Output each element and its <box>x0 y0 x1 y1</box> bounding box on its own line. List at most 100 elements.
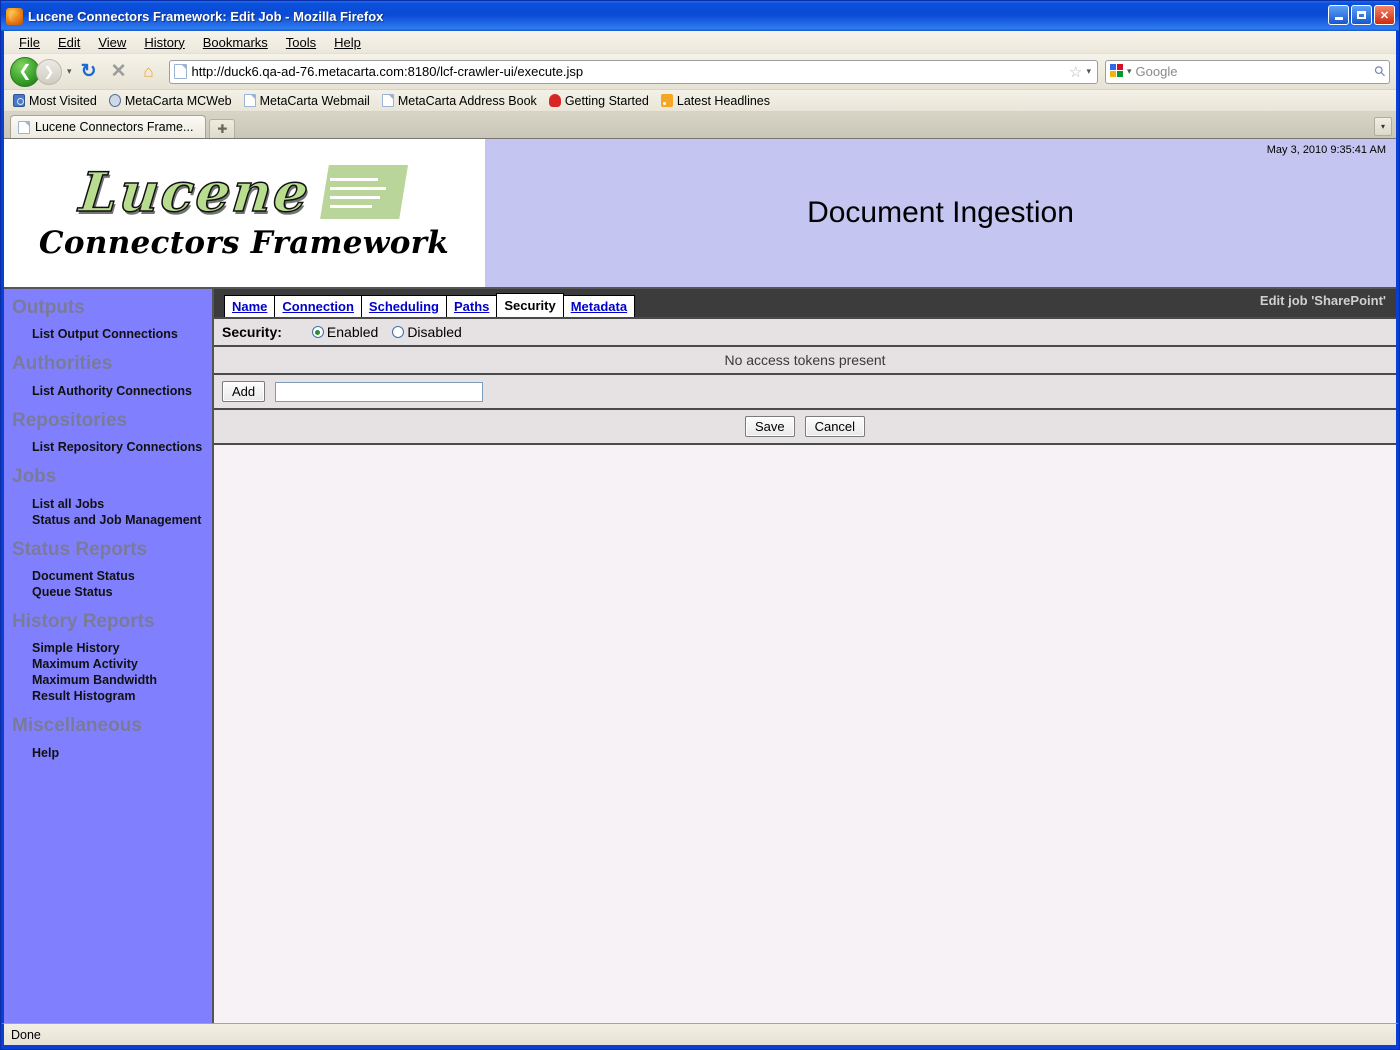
menu-tools[interactable]: Tools <box>277 33 325 52</box>
menu-tools-label: Tools <box>286 35 316 50</box>
search-engine-caret-icon[interactable]: ▾ <box>1127 66 1132 77</box>
menu-help[interactable]: Help <box>325 33 370 52</box>
radio-security-disabled[interactable]: Disabled <box>392 324 461 340</box>
tab-name-label: Name <box>232 299 267 314</box>
sidebar-item-maximum-activity[interactable]: Maximum Activity <box>4 656 212 672</box>
menu-file-label: File <box>19 35 40 50</box>
sidebar-item-list-authority-connections[interactable]: List Authority Connections <box>4 383 212 399</box>
tab-metadata[interactable]: Metadata <box>563 295 635 317</box>
tab-security-label: Security <box>504 298 555 313</box>
sidebar-item-queue-status[interactable]: Queue Status <box>4 584 212 600</box>
menu-view[interactable]: View <box>89 33 135 52</box>
sidebar-item-simple-history[interactable]: Simple History <box>4 640 212 656</box>
tab-paths[interactable]: Paths <box>446 295 497 317</box>
sidebar-item-list-repository-connections[interactable]: List Repository Connections <box>4 439 212 455</box>
app-logo: Lucene Connectors Framework <box>4 139 485 287</box>
page-title: Document Ingestion <box>807 196 1074 230</box>
status-text: Done <box>11 1028 41 1042</box>
bookmark-label: MetaCarta Address Book <box>398 94 537 108</box>
browser-tab-strip: Lucene Connectors Frame... ✚ ▾ <box>4 112 1396 138</box>
sidebar-item-result-histogram[interactable]: Result Histogram <box>4 688 212 704</box>
title-bar: Lucene Connectors Framework: Edit Job - … <box>1 1 1399 31</box>
search-input[interactable]: Google <box>1136 64 1375 79</box>
page-header: Lucene Connectors Framework May 3, 2010 … <box>4 139 1396 287</box>
new-tab-button[interactable]: ✚ <box>209 119 235 138</box>
tab-connection-label: Connection <box>282 299 354 314</box>
save-button[interactable]: Save <box>745 416 795 437</box>
chevron-down-icon[interactable]: ▾ <box>1086 66 1093 77</box>
history-dropdown-button[interactable]: ▾ <box>67 66 72 77</box>
bookmark-metacarta-webmail[interactable]: MetaCarta Webmail <box>239 94 375 108</box>
stop-icon: ✕ <box>111 60 127 83</box>
minimize-button[interactable] <box>1328 5 1349 25</box>
sidebar-item-document-status[interactable]: Document Status <box>4 568 212 584</box>
stop-button[interactable]: ✕ <box>106 59 132 85</box>
mcweb-icon <box>109 94 121 107</box>
bookmark-latest-headlines[interactable]: Latest Headlines <box>656 94 775 108</box>
rss-icon <box>661 94 673 107</box>
menu-file[interactable]: File <box>10 33 49 52</box>
menu-history[interactable]: History <box>135 33 193 52</box>
url-text[interactable]: http://duck6.qa-ad-76.metacarta.com:8180… <box>192 64 1065 79</box>
bookmark-label: Getting Started <box>565 94 649 108</box>
add-token-row: Add <box>214 375 1396 410</box>
add-token-button[interactable]: Add <box>222 381 265 402</box>
content-empty-space <box>214 445 1396 1023</box>
most-visited-icon <box>13 94 25 107</box>
menu-view-label: View <box>98 35 126 50</box>
sidebar-item-help[interactable]: Help <box>4 745 212 761</box>
menu-help-label: Help <box>334 35 361 50</box>
menu-bar: File Edit View History Bookmarks Tools H… <box>4 31 1396 54</box>
sidebar-item-list-output-connections[interactable]: List Output Connections <box>4 326 212 342</box>
address-bar[interactable]: http://duck6.qa-ad-76.metacarta.com:8180… <box>169 60 1098 84</box>
radio-disabled-icon[interactable] <box>392 326 404 338</box>
radio-enabled-icon[interactable] <box>312 326 324 338</box>
menu-edit[interactable]: Edit <box>49 33 89 52</box>
page-viewport: Lucene Connectors Framework May 3, 2010 … <box>4 138 1396 1023</box>
firefox-icon <box>549 94 561 107</box>
reload-icon: ↻ <box>81 60 97 83</box>
window-title: Lucene Connectors Framework: Edit Job - … <box>28 9 383 24</box>
tab-name[interactable]: Name <box>224 295 275 317</box>
access-token-input[interactable] <box>275 382 483 402</box>
radio-enabled-label: Enabled <box>327 324 378 340</box>
browser-tab-lucene[interactable]: Lucene Connectors Frame... <box>10 115 206 138</box>
radio-security-enabled[interactable]: Enabled <box>312 324 378 340</box>
tab-scheduling-label: Scheduling <box>369 299 439 314</box>
tab-list-button[interactable]: ▾ <box>1374 117 1392 136</box>
browser-chrome: File Edit View History Bookmarks Tools H… <box>1 31 1399 1023</box>
access-tokens-empty-row: No access tokens present <box>214 347 1396 375</box>
access-tokens-empty-message: No access tokens present <box>724 352 885 368</box>
menu-bookmarks[interactable]: Bookmarks <box>194 33 277 52</box>
sidebar-item-status-and-job-management[interactable]: Status and Job Management <box>4 512 212 528</box>
bookmark-metacarta-mcweb[interactable]: MetaCarta MCWeb <box>104 94 237 108</box>
chevron-down-icon: ▾ <box>1381 122 1385 131</box>
sidebar-item-list-all-jobs[interactable]: List all Jobs <box>4 496 212 512</box>
forward-button[interactable]: ❯ <box>36 59 62 85</box>
bookmark-label: Most Visited <box>29 94 97 108</box>
sidebar-item-maximum-bandwidth[interactable]: Maximum Bandwidth <box>4 672 212 688</box>
home-button[interactable]: ⌂ <box>136 59 162 85</box>
sidebar-section-repositories: Repositories <box>4 408 212 434</box>
browser-window: Lucene Connectors Framework: Edit Job - … <box>0 0 1400 1050</box>
bookmark-metacarta-address-book[interactable]: MetaCarta Address Book <box>377 94 542 108</box>
edit-job-context-label: Edit job 'SharePoint' <box>1260 293 1386 308</box>
page-banner: May 3, 2010 9:35:41 AM Document Ingestio… <box>485 139 1396 287</box>
plus-icon: ✚ <box>217 122 227 136</box>
search-bar[interactable]: ▾ Google ⚲ <box>1105 60 1390 84</box>
close-button[interactable]: ✕ <box>1374 5 1395 25</box>
tab-security[interactable]: Security <box>496 293 563 317</box>
google-icon <box>1110 64 1125 79</box>
logo-wordmark: Lucene <box>77 165 313 219</box>
sidebar-section-authorities: Authorities <box>4 351 212 377</box>
tab-scheduling[interactable]: Scheduling <box>361 295 447 317</box>
reload-button[interactable]: ↻ <box>76 59 102 85</box>
bookmark-star-icon[interactable]: ☆ <box>1065 63 1086 81</box>
sidebar: Outputs List Output Connections Authorit… <box>4 287 214 1023</box>
maximize-button[interactable] <box>1351 5 1372 25</box>
tab-connection[interactable]: Connection <box>274 295 362 317</box>
status-bar: Done <box>1 1023 1399 1045</box>
bookmark-most-visited[interactable]: Most Visited <box>8 94 102 108</box>
bookmark-getting-started[interactable]: Getting Started <box>544 94 654 108</box>
cancel-button[interactable]: Cancel <box>805 416 865 437</box>
